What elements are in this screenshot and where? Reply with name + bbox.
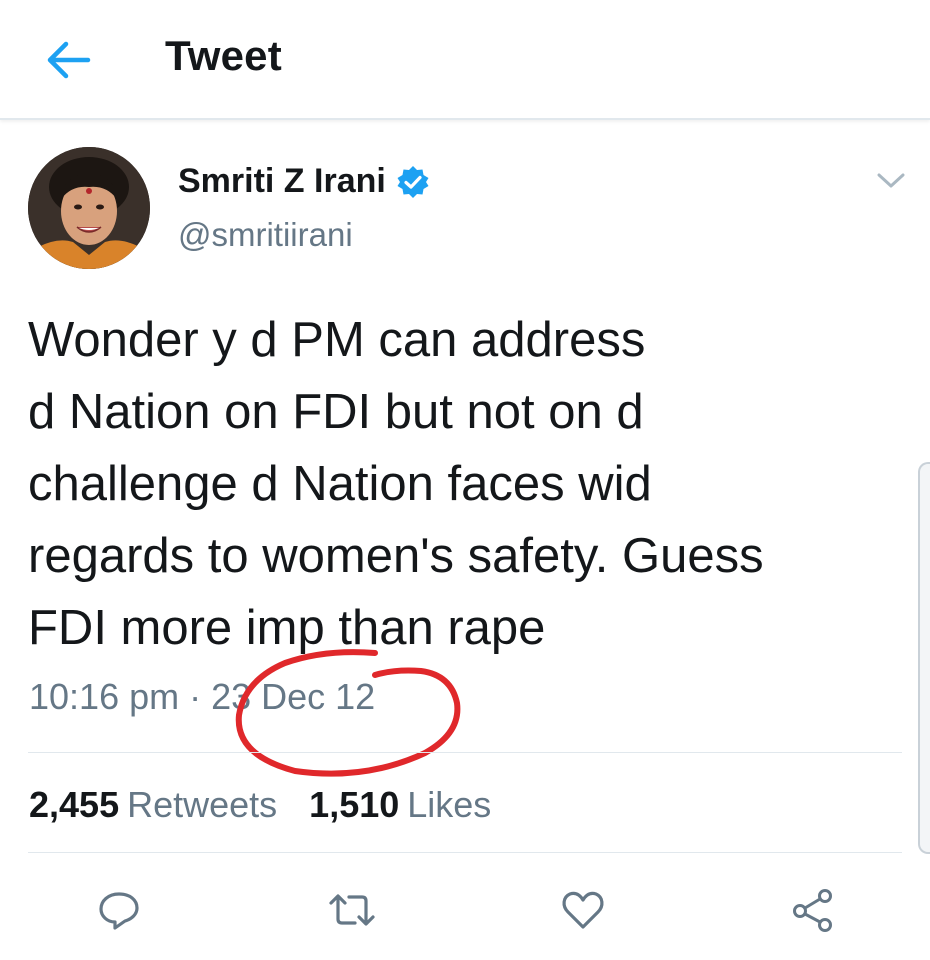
- author-handle[interactable]: @smritiirani: [178, 216, 353, 254]
- back-button[interactable]: [38, 30, 98, 90]
- top-bar: Tweet: [0, 0, 930, 120]
- likes-label: Likes: [407, 784, 492, 825]
- tweet-stats: 2,455 Retweets 1,510 Likes: [29, 784, 491, 826]
- verified-badge-icon: [397, 165, 429, 198]
- page-title: Tweet: [165, 32, 282, 79]
- tweet-text: Wonder y d PM can address d Nation on FD…: [28, 313, 764, 655]
- share-button[interactable]: [788, 885, 838, 935]
- divider: [28, 752, 902, 753]
- chevron-down-icon[interactable]: [874, 166, 908, 196]
- retweet-button[interactable]: [327, 885, 377, 935]
- tweet-timestamp[interactable]: 10:16 pm · 23 Dec 12: [29, 676, 375, 718]
- scrollbar[interactable]: [918, 462, 930, 854]
- reply-icon: [99, 892, 139, 930]
- retweet-icon: [329, 894, 375, 926]
- arrow-left-icon: [47, 41, 91, 79]
- retweets-label: Retweets: [127, 784, 278, 825]
- divider: [28, 852, 902, 853]
- author-name-text: Smriti Z Irani: [178, 162, 386, 200]
- likes-stat[interactable]: 1,510 Likes: [309, 784, 491, 826]
- retweets-count: 2,455: [29, 784, 120, 825]
- likes-count: 1,510: [309, 784, 400, 825]
- author-name[interactable]: Smriti Z Irani: [178, 162, 430, 201]
- retweets-stat[interactable]: 2,455 Retweets: [29, 784, 277, 826]
- reply-button[interactable]: [94, 885, 144, 935]
- tweet-page: Tweet Smriti Z Irani @smritiirani Wonder…: [0, 0, 930, 960]
- share-icon: [793, 889, 832, 932]
- like-button[interactable]: [558, 885, 608, 935]
- avatar[interactable]: [28, 147, 150, 269]
- like-icon: [562, 891, 604, 929]
